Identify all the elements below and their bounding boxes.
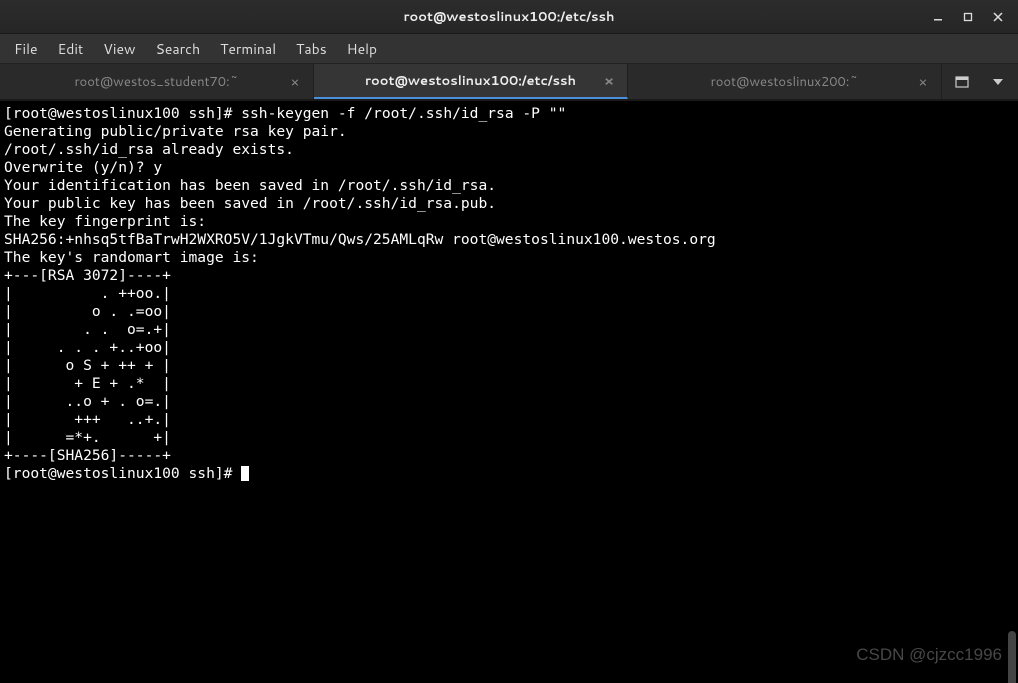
terminal-line: | . . o=.+|	[4, 321, 171, 338]
tab-label: root@westoslinux200:~	[711, 73, 859, 91]
terminal-line: /root/.ssh/id_rsa already exists.	[4, 141, 294, 158]
terminal-line: +---[RSA 3072]----+	[4, 267, 171, 284]
tab-close-icon[interactable]: ×	[601, 73, 617, 89]
terminal-line: | =*+. +|	[4, 429, 171, 446]
shell-prompt: [root@westoslinux100 ssh]#	[4, 105, 241, 122]
menu-tabs[interactable]: Tabs	[286, 35, 337, 63]
terminal-line: | o . .=oo|	[4, 303, 171, 320]
terminal-line: | +++ ..+.|	[4, 411, 171, 428]
menu-file[interactable]: File	[4, 35, 48, 63]
window-controls	[924, 4, 1012, 30]
menu-view[interactable]: View	[93, 35, 145, 63]
minimize-button[interactable]	[924, 4, 952, 30]
scrollbar-vertical[interactable]	[1008, 631, 1016, 683]
tab-label: root@westoslinux100:/etc/ssh	[365, 72, 576, 90]
menu-edit[interactable]: Edit	[48, 35, 94, 63]
new-tab-button[interactable]	[950, 70, 974, 94]
tab-menu-dropdown[interactable]	[986, 70, 1010, 94]
window-title: root@westoslinux100:/etc/ssh	[404, 8, 615, 26]
terminal-cursor	[241, 466, 249, 481]
maximize-button[interactable]	[954, 4, 982, 30]
terminal-line: | . . . +..+oo|	[4, 339, 171, 356]
terminal-tab-2[interactable]: root@westoslinux100:/etc/ssh ×	[314, 64, 628, 99]
tabbar: root@westos_student70:~ × root@westoslin…	[0, 64, 1018, 101]
terminal-line: Your public key has been saved in /root/…	[4, 195, 496, 212]
terminal-line: Overwrite (y/n)? y	[4, 159, 162, 176]
menu-terminal[interactable]: Terminal	[210, 35, 286, 63]
shell-command: ssh-keygen -f /root/.ssh/id_rsa -P ""	[241, 105, 566, 122]
terminal-line: +----[SHA256]-----+	[4, 447, 171, 464]
terminal-line: The key's randomart image is:	[4, 249, 259, 266]
terminal-tab-1[interactable]: root@westos_student70:~ ×	[0, 64, 314, 99]
terminal-line: The key fingerprint is:	[4, 213, 206, 230]
tab-close-icon[interactable]: ×	[287, 74, 303, 90]
terminal-line: Generating public/private rsa key pair.	[4, 123, 347, 140]
terminal-line: Your identification has been saved in /r…	[4, 177, 496, 194]
tab-controls	[942, 70, 1018, 94]
terminal-line: SHA256:+nhsq5tfBaTrwH2WXRO5V/1JgkVTmu/Qw…	[4, 231, 716, 248]
tab-label: root@westos_student70:~	[74, 73, 238, 91]
window-titlebar: root@westoslinux100:/etc/ssh	[0, 0, 1018, 34]
terminal-line: | + E + .* |	[4, 375, 171, 392]
menu-search[interactable]: Search	[146, 35, 211, 63]
terminal-line: | ..o + . o=.|	[4, 393, 171, 410]
shell-prompt: [root@westoslinux100 ssh]#	[4, 465, 241, 482]
terminal-line: | . ++oo.|	[4, 285, 171, 302]
menubar: File Edit View Search Terminal Tabs Help	[0, 34, 1018, 64]
menu-help[interactable]: Help	[337, 35, 387, 63]
close-button[interactable]	[984, 4, 1012, 30]
terminal-tab-3[interactable]: root@westoslinux200:~ ×	[628, 64, 942, 99]
terminal-line: | o S + ++ + |	[4, 357, 171, 374]
terminal-output[interactable]: [root@westoslinux100 ssh]# ssh-keygen -f…	[0, 101, 1018, 683]
tab-close-icon[interactable]: ×	[915, 74, 931, 90]
